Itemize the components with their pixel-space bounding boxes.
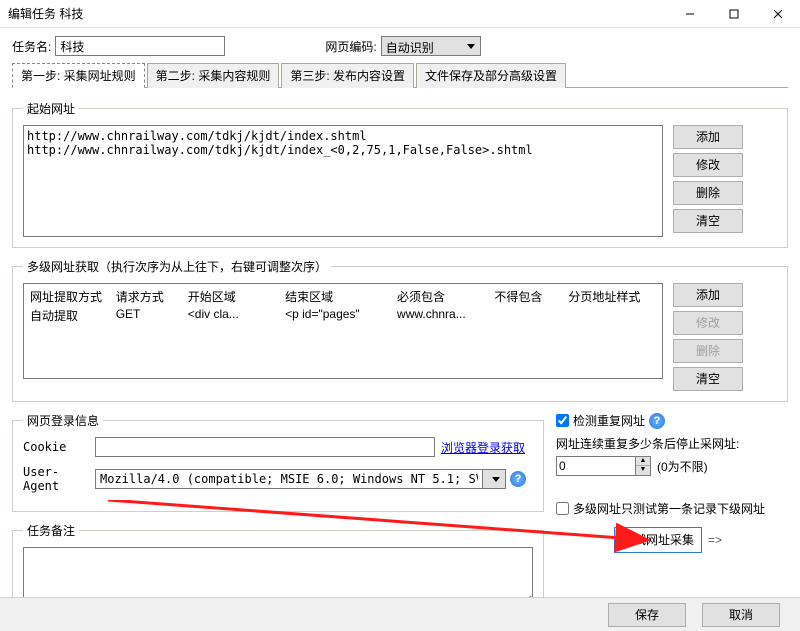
start-url-group: 起始网址 http://www.chnrailway.com/tdkj/kjdt… bbox=[12, 100, 788, 248]
multi-add-button[interactable]: 添加 bbox=[673, 283, 743, 307]
ua-dropdown[interactable] bbox=[482, 469, 506, 489]
table-row[interactable]: 自动提取 GET <div cla... <p id="pages" www.c… bbox=[30, 307, 656, 324]
login-legend: 网页登录信息 bbox=[23, 412, 103, 429]
save-button[interactable]: 保存 bbox=[608, 603, 686, 627]
repeat-spin[interactable]: ▲▼ bbox=[556, 456, 651, 476]
cookie-label: Cookie bbox=[23, 440, 95, 454]
start-delete-button[interactable]: 删除 bbox=[673, 181, 743, 205]
table-header: 网址提取方式 请求方式 开始区域 结束区域 必须包含 不得包含 分页地址样式 bbox=[30, 288, 656, 305]
multi-clear-button[interactable]: 清空 bbox=[673, 367, 743, 391]
dup-check[interactable] bbox=[556, 414, 569, 427]
browser-login-link[interactable]: 浏览器登录获取 bbox=[441, 439, 525, 456]
start-clear-button[interactable]: 清空 bbox=[673, 209, 743, 233]
start-url-legend: 起始网址 bbox=[23, 100, 79, 117]
ua-input[interactable] bbox=[95, 469, 483, 489]
multi-delete-button[interactable]: 删除 bbox=[673, 339, 743, 363]
sub-test-check[interactable] bbox=[556, 502, 569, 515]
arrow-right-icon: => bbox=[708, 533, 722, 547]
remark-legend: 任务备注 bbox=[23, 522, 79, 539]
cancel-button[interactable]: 取消 bbox=[702, 603, 780, 627]
tab-bar: 第一步: 采集网址规则 第二步: 采集内容规则 第三步: 发布内容设置 文件保存… bbox=[12, 62, 788, 88]
multi-edit-button[interactable]: 修改 bbox=[673, 311, 743, 335]
start-add-button[interactable]: 添加 bbox=[673, 125, 743, 149]
maximize-button[interactable] bbox=[712, 0, 756, 28]
help-icon[interactable]: ? bbox=[649, 413, 665, 429]
multi-url-table[interactable]: 网址提取方式 请求方式 开始区域 结束区域 必须包含 不得包含 分页地址样式 自… bbox=[23, 283, 663, 379]
cookie-input[interactable] bbox=[95, 437, 435, 457]
dup-check-label: 检测重复网址 bbox=[573, 412, 645, 429]
start-url-textarea[interactable]: http://www.chnrailway.com/tdkj/kjdt/inde… bbox=[23, 125, 663, 237]
start-edit-button[interactable]: 修改 bbox=[673, 153, 743, 177]
tab-step2[interactable]: 第二步: 采集内容规则 bbox=[147, 63, 280, 88]
tab-filesave[interactable]: 文件保存及部分高级设置 bbox=[416, 63, 566, 88]
tab-step3[interactable]: 第三步: 发布内容设置 bbox=[281, 63, 414, 88]
repeat-label: 网址连续重复多少条后停止采网址: bbox=[556, 435, 780, 452]
login-group: 网页登录信息 Cookie 浏览器登录获取 User-Agent ? bbox=[12, 412, 544, 512]
titlebar: 编辑任务 科技 bbox=[0, 0, 800, 28]
minimize-button[interactable] bbox=[668, 0, 712, 28]
window-title: 编辑任务 科技 bbox=[0, 5, 83, 22]
repeat-hint: (0为不限) bbox=[657, 458, 708, 475]
task-name-label: 任务名: bbox=[12, 38, 51, 55]
sub-test-label: 多级网址只测试第一条记录下级网址 bbox=[573, 500, 765, 517]
ua-label: User-Agent bbox=[23, 465, 95, 493]
multi-url-legend: 多级网址获取（执行次序为从上往下，右键可调整次序） bbox=[23, 258, 331, 275]
close-button[interactable] bbox=[756, 0, 800, 28]
tab-step1[interactable]: 第一步: 采集网址规则 bbox=[12, 63, 145, 88]
encoding-label: 网页编码: bbox=[325, 38, 376, 55]
encoding-select[interactable]: 自动识别 bbox=[381, 36, 481, 56]
task-name-input[interactable] bbox=[55, 36, 225, 56]
footer: 保存 取消 bbox=[0, 597, 800, 631]
test-url-button[interactable]: 测试网址采集 bbox=[614, 527, 702, 553]
multi-url-group: 多级网址获取（执行次序为从上往下，右键可调整次序） 网址提取方式 请求方式 开始… bbox=[12, 258, 788, 402]
help-icon[interactable]: ? bbox=[510, 471, 526, 487]
